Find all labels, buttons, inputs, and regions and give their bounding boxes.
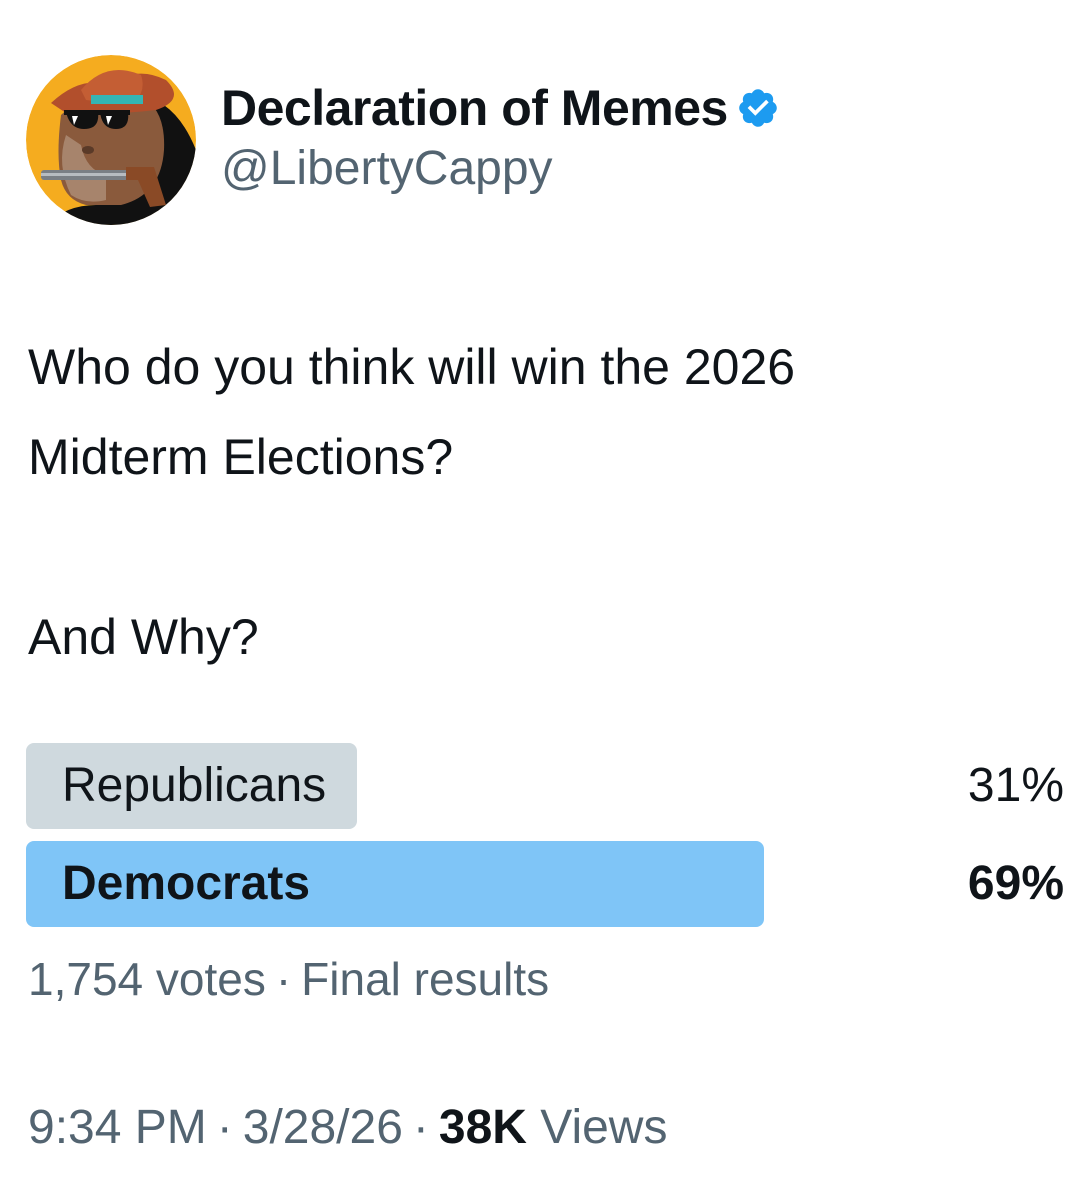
tweet-header: Declaration of Memes @LibertyCappy (26, 55, 780, 225)
separator: · (412, 1101, 429, 1154)
poll-option-republicans[interactable]: Republicans 31% (26, 743, 1064, 829)
verified-badge-icon (736, 86, 780, 130)
poll-vote-count: 1,754 votes (28, 953, 266, 1005)
poll: Republicans 31% Democrats 69% (26, 743, 1064, 939)
author-avatar[interactable] (26, 55, 196, 225)
tweet-date[interactable]: 3/28/26 (243, 1101, 403, 1154)
tweet-timestamp-row: 9:34 PM · 3/28/26 · 38K Views (28, 1100, 667, 1155)
author-display-name[interactable]: Declaration of Memes (221, 79, 728, 137)
poll-status: Final results (301, 953, 550, 1005)
author-info: Declaration of Memes @LibertyCappy (221, 79, 780, 196)
poll-option-percent: 69% (967, 857, 1064, 910)
poll-option-label: Republicans (62, 759, 327, 812)
tweet-time[interactable]: 9:34 PM (28, 1101, 207, 1154)
capybara-cowboy-avatar-icon (26, 55, 196, 225)
poll-option-label: Democrats (62, 857, 311, 910)
tweet-text: Who do you think will win the 2026 Midte… (28, 339, 796, 665)
poll-meta: 1,754 votes · Final results (28, 952, 549, 1006)
views-label: Views (540, 1101, 668, 1154)
author-name-row[interactable]: Declaration of Memes (221, 79, 780, 137)
poll-option-democrats[interactable]: Democrats 69% (26, 841, 1064, 927)
separator: · (216, 1101, 233, 1154)
separator: · (275, 953, 292, 1005)
poll-option-percent: 31% (967, 759, 1064, 812)
views-count[interactable]: 38K (439, 1101, 527, 1154)
author-handle[interactable]: @LibertyCappy (221, 141, 780, 196)
